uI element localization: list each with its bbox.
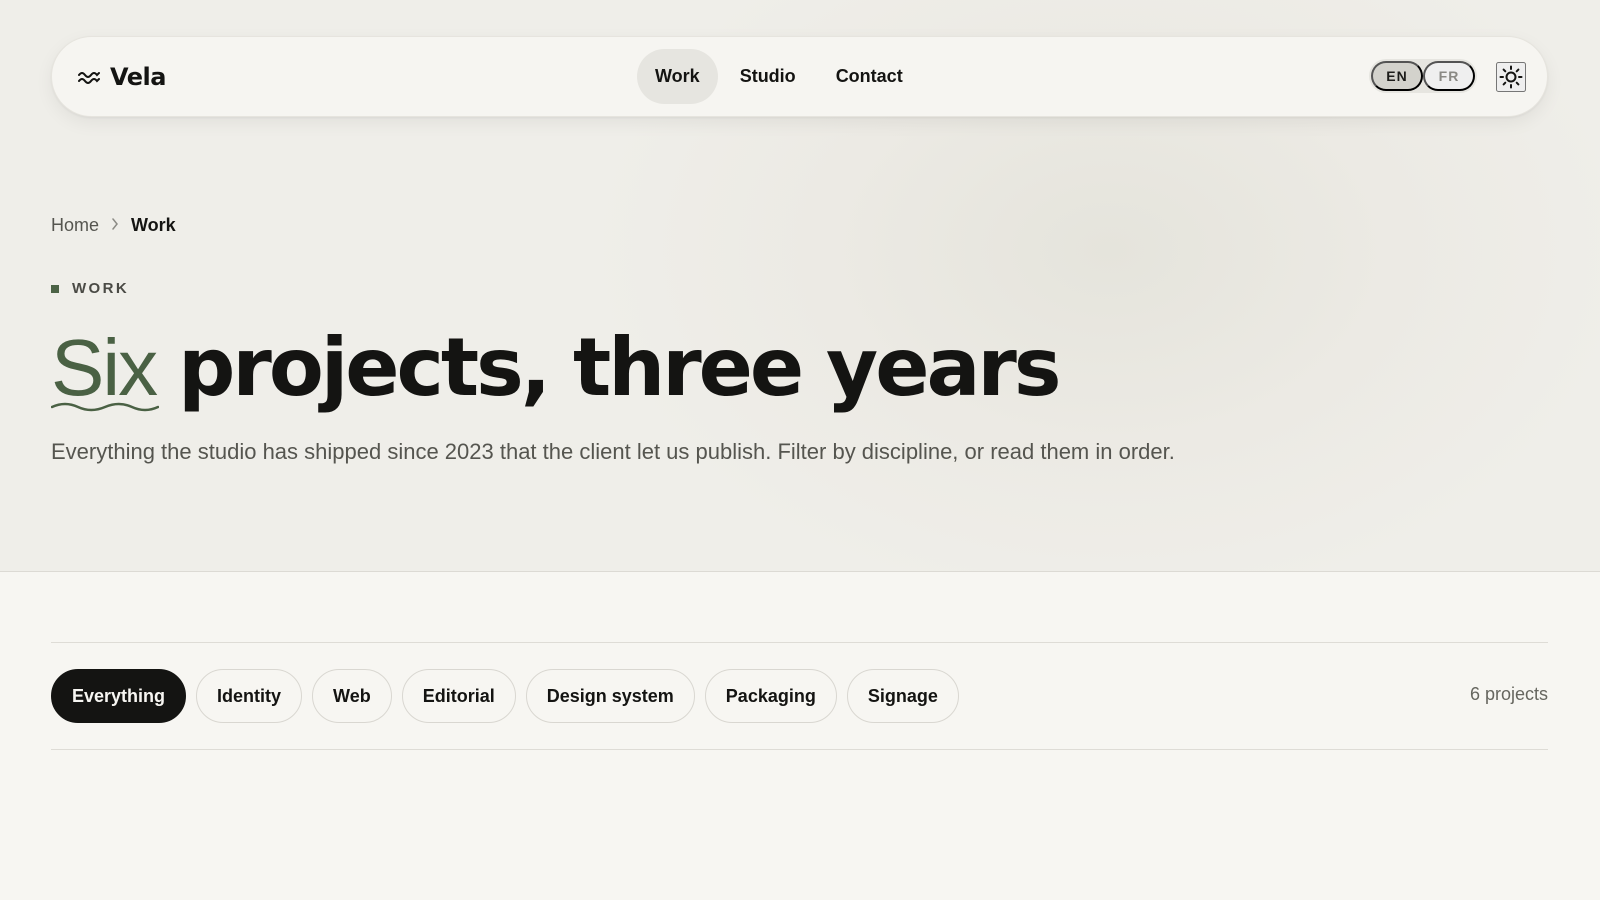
project-count: 6 projects	[1469, 684, 1548, 704]
filter-chip-design-system[interactable]: Design system	[525, 669, 695, 723]
title-accent-word: Six	[51, 322, 159, 414]
title-rest: projects, three years	[178, 321, 1061, 414]
filter-chip-everything[interactable]: Everything	[51, 669, 187, 723]
discipline-filters: Everything Identity Web Editorial Design…	[51, 669, 959, 723]
chevron-right-icon	[111, 217, 119, 235]
filter-chip-identity[interactable]: Identity	[196, 669, 303, 723]
filter-chip-web[interactable]: Web	[312, 669, 392, 723]
language-en-button[interactable]: EN	[1371, 61, 1423, 91]
language-switcher: EN FR	[1369, 59, 1477, 93]
section-eyebrow: WORK	[51, 280, 129, 297]
top-navigation: Vela Work Studio Contact EN FR	[51, 36, 1548, 117]
title-accent-text: Six	[51, 323, 158, 412]
nav-link-work[interactable]: Work	[637, 49, 718, 104]
language-fr-button[interactable]: FR	[1423, 61, 1475, 91]
page-description: Everything the studio has shipped since …	[51, 439, 1175, 464]
waves-icon	[78, 72, 100, 84]
breadcrumb: Home Work	[51, 215, 176, 236]
square-bullet-icon	[51, 284, 59, 293]
breadcrumb-current: Work	[131, 215, 176, 235]
divider	[51, 749, 1548, 750]
eyebrow-label: WORK	[72, 280, 130, 297]
brand-logo[interactable]: Vela	[78, 61, 166, 93]
primary-nav: Work Studio Contact	[637, 49, 921, 104]
squiggle-underline-icon	[51, 402, 159, 412]
filter-chip-packaging[interactable]: Packaging	[704, 669, 837, 723]
nav-link-contact[interactable]: Contact	[818, 49, 921, 104]
breadcrumb-home-link[interactable]: Home	[51, 215, 99, 236]
brand-name: Vela	[110, 63, 166, 91]
sun-icon	[1499, 65, 1523, 89]
theme-toggle-button[interactable]	[1496, 62, 1526, 92]
page-title: Six projects, three years	[51, 321, 1062, 414]
filter-chip-signage[interactable]: Signage	[846, 669, 959, 723]
divider	[51, 642, 1548, 643]
nav-link-studio[interactable]: Studio	[722, 49, 814, 104]
filter-chip-editorial[interactable]: Editorial	[401, 669, 516, 723]
